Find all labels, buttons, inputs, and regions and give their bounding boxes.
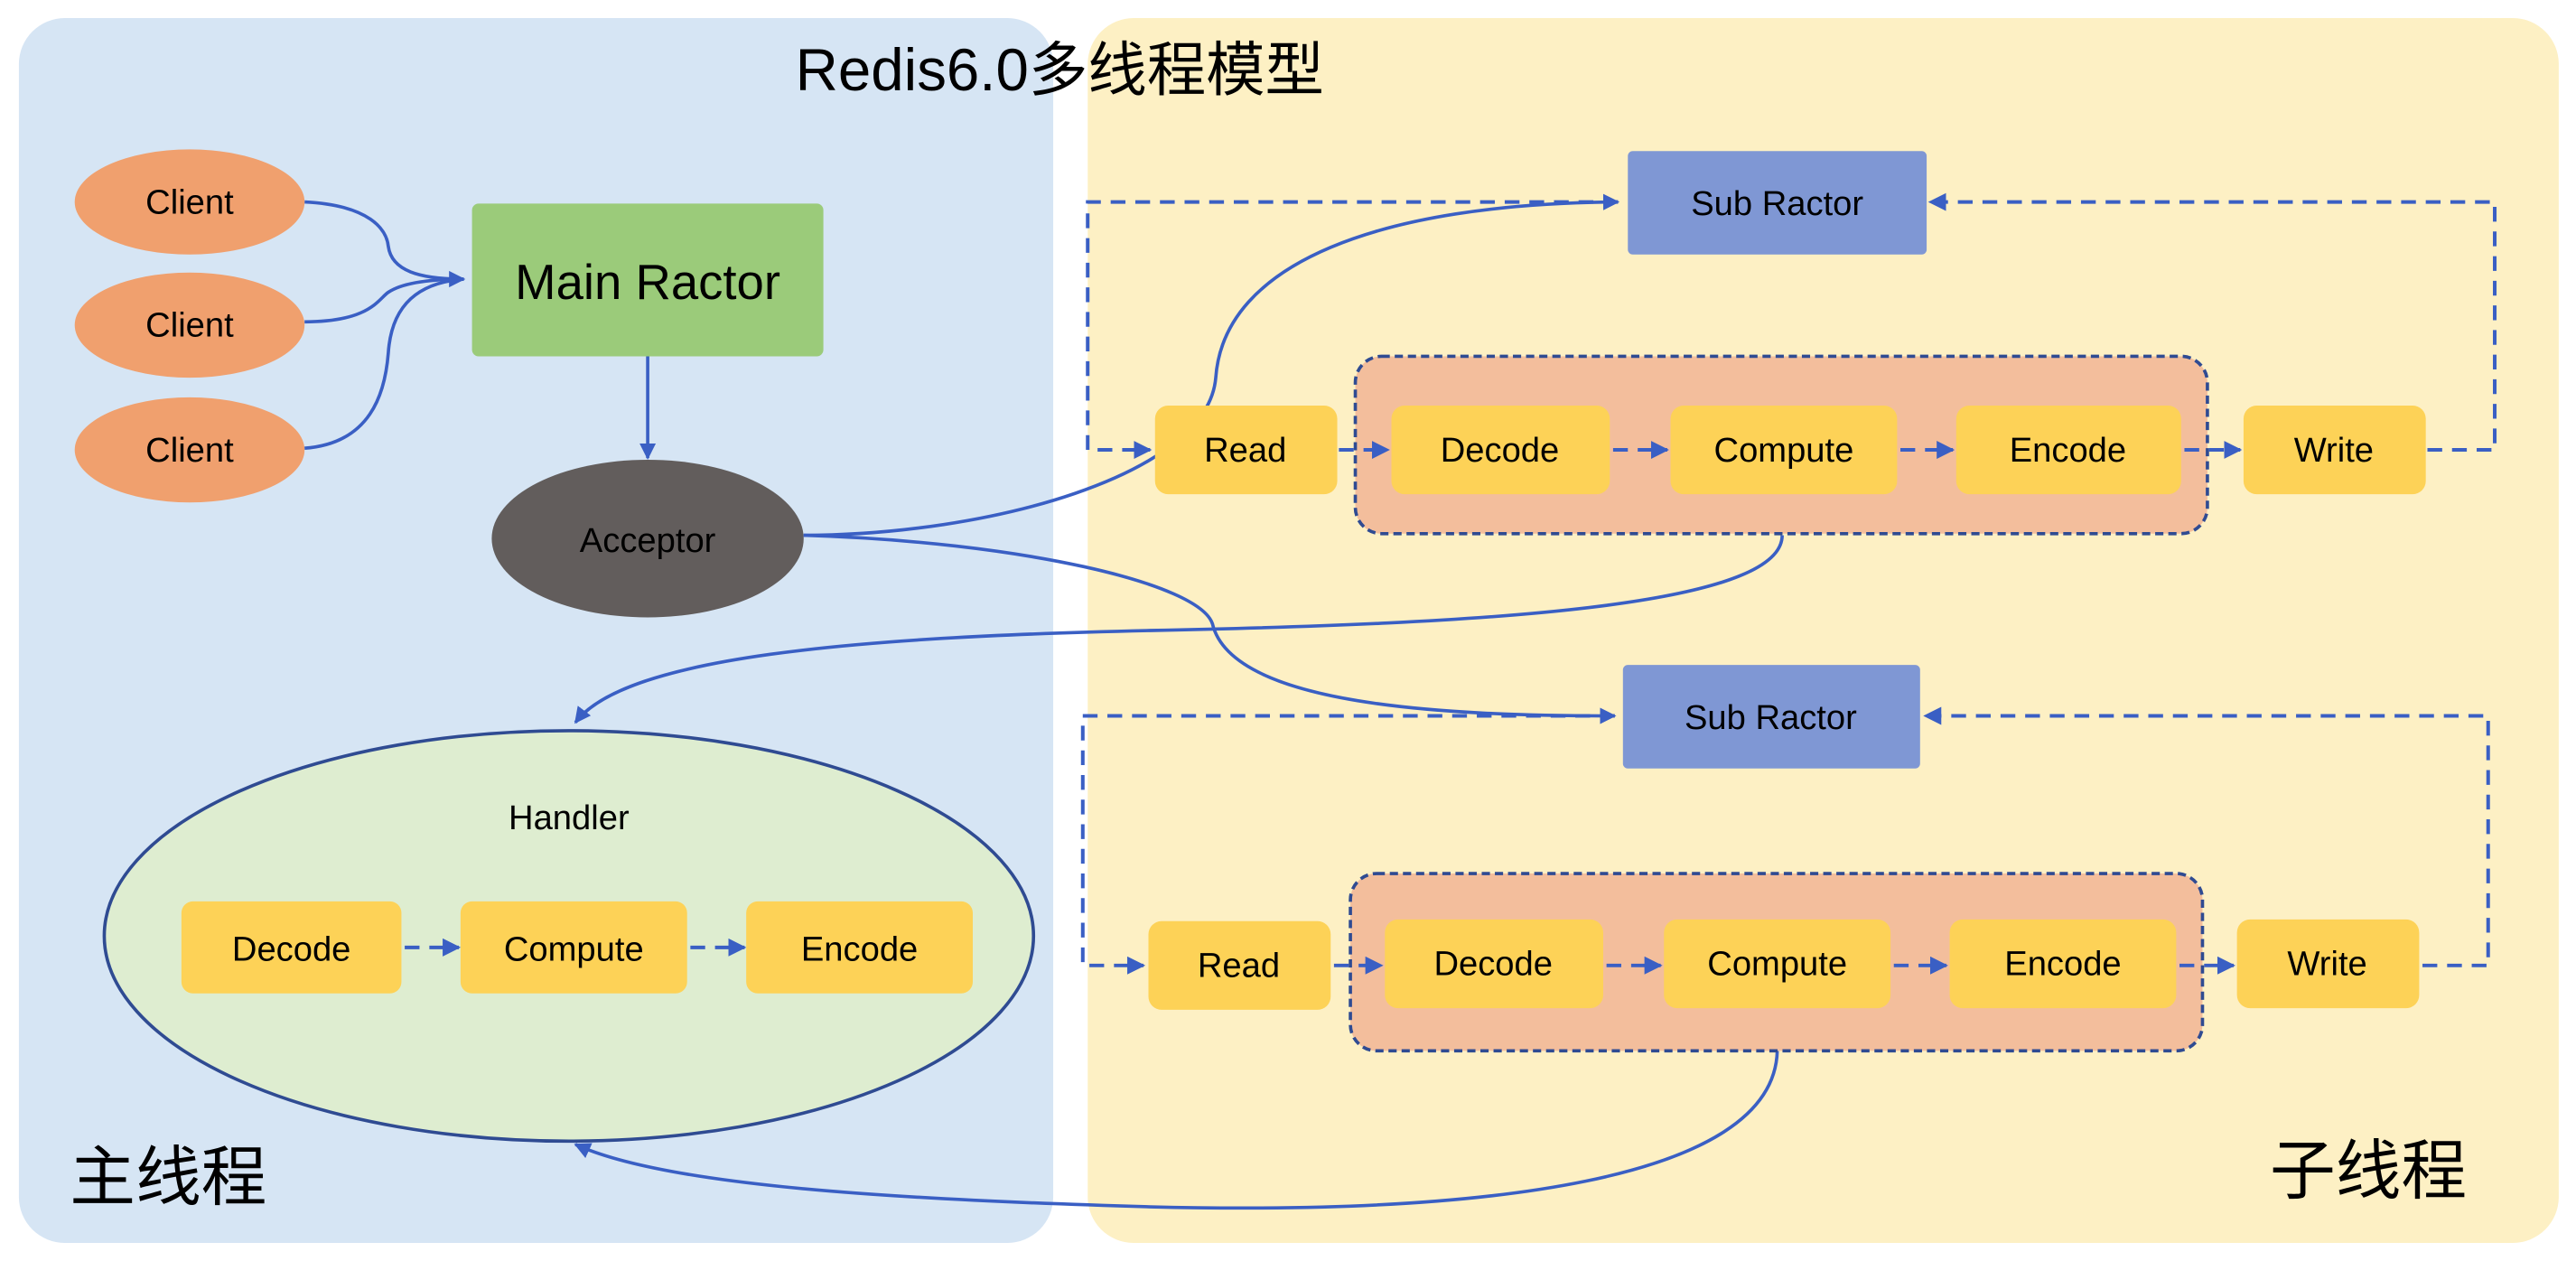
group-2-write-node[interactable]: Write <box>2236 919 2420 1009</box>
handler-stage-decode[interactable]: Decode <box>181 901 402 994</box>
handler-stage-compute[interactable]: Compute <box>460 901 687 994</box>
read-label: Read <box>1204 431 1286 470</box>
client-node[interactable]: Client <box>74 397 305 503</box>
stage-label: Encode <box>2004 945 2121 984</box>
acceptor-node[interactable]: Acceptor <box>491 459 804 618</box>
group-1-write-node[interactable]: Write <box>2243 405 2426 495</box>
stage-label: Compute <box>1707 945 1847 984</box>
stage-label: Decode <box>232 929 351 968</box>
handler-stage-encode[interactable]: Encode <box>746 901 973 994</box>
client-label: Client <box>145 182 234 221</box>
sub-reactor-label: Sub Ractor <box>1691 184 1863 223</box>
stage-label: Compute <box>1714 431 1854 470</box>
group-1-compute-node[interactable]: Compute <box>1670 405 1898 495</box>
group-2-decode-node[interactable]: Decode <box>1385 919 1603 1009</box>
client-label: Client <box>145 431 234 470</box>
write-label: Write <box>2287 945 2366 984</box>
group-2-encode-node[interactable]: Encode <box>1949 919 2177 1009</box>
client-node[interactable]: Client <box>74 272 305 378</box>
group-2-read-node[interactable]: Read <box>1148 920 1331 1010</box>
sub-reactor-2-node[interactable]: Sub Ractor <box>1622 665 1920 769</box>
read-label: Read <box>1198 947 1280 985</box>
diagram-title: Redis6.0多线程模型 <box>796 37 1324 103</box>
stage-label: Decode <box>1433 945 1553 984</box>
group-1-encode-node[interactable]: Encode <box>1955 405 2181 495</box>
group-1-read-node[interactable]: Read <box>1154 405 1338 495</box>
group-1-decode-node[interactable]: Decode <box>1391 405 1610 495</box>
stage-label: Encode <box>2010 431 2126 470</box>
client-node[interactable]: Client <box>74 149 305 255</box>
handler-label: Handler <box>509 799 630 837</box>
client-label: Client <box>145 306 234 345</box>
sub-thread-label: 子线程 <box>2270 1135 2467 1208</box>
stage-label: Encode <box>801 929 918 968</box>
sub-reactor-1-node[interactable]: Sub Ractor <box>1628 151 1927 255</box>
sub-reactor-label: Sub Ractor <box>1685 698 1857 737</box>
stage-label: Compute <box>504 929 644 968</box>
write-label: Write <box>2294 431 2374 470</box>
main-reactor-label: Main Ractor <box>515 255 780 310</box>
diagram-canvas: Redis6.0多线程模型 主线程 子线程 Client Client Clie… <box>18 17 2559 1244</box>
acceptor-label: Acceptor <box>580 521 716 560</box>
stage-label: Decode <box>1441 431 1560 470</box>
group-2-compute-node[interactable]: Compute <box>1664 919 1891 1009</box>
main-thread-label: 主线程 <box>70 1142 266 1215</box>
main-reactor-node[interactable]: Main Ractor <box>471 203 824 357</box>
